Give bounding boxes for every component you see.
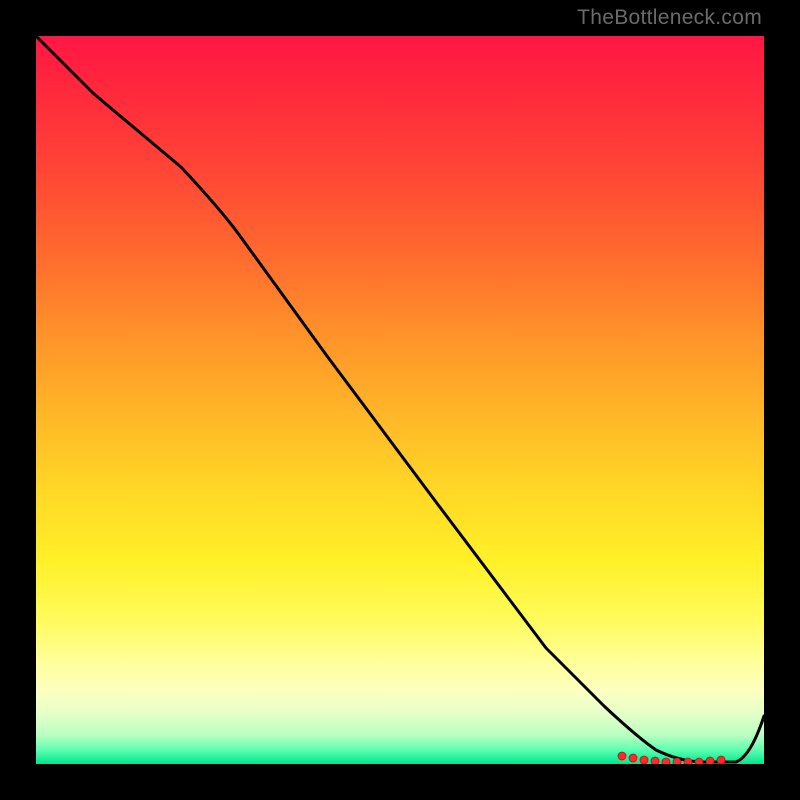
marker-dot — [618, 752, 626, 760]
marker-dot — [684, 758, 692, 764]
bottleneck-curve-line — [36, 36, 764, 762]
chart-frame: TheBottleneck.com — [0, 0, 800, 800]
marker-dot — [640, 756, 648, 764]
plot-area — [36, 36, 764, 764]
watermark-text: TheBottleneck.com — [577, 6, 762, 30]
marker-dot — [673, 758, 681, 764]
marker-dot — [651, 757, 659, 764]
marker-dot — [629, 754, 637, 762]
marker-dot — [717, 756, 725, 764]
marker-dot — [662, 758, 670, 764]
highlight-markers — [618, 752, 725, 764]
chart-svg — [36, 36, 764, 764]
marker-dot — [695, 758, 703, 764]
marker-dot — [706, 757, 714, 764]
